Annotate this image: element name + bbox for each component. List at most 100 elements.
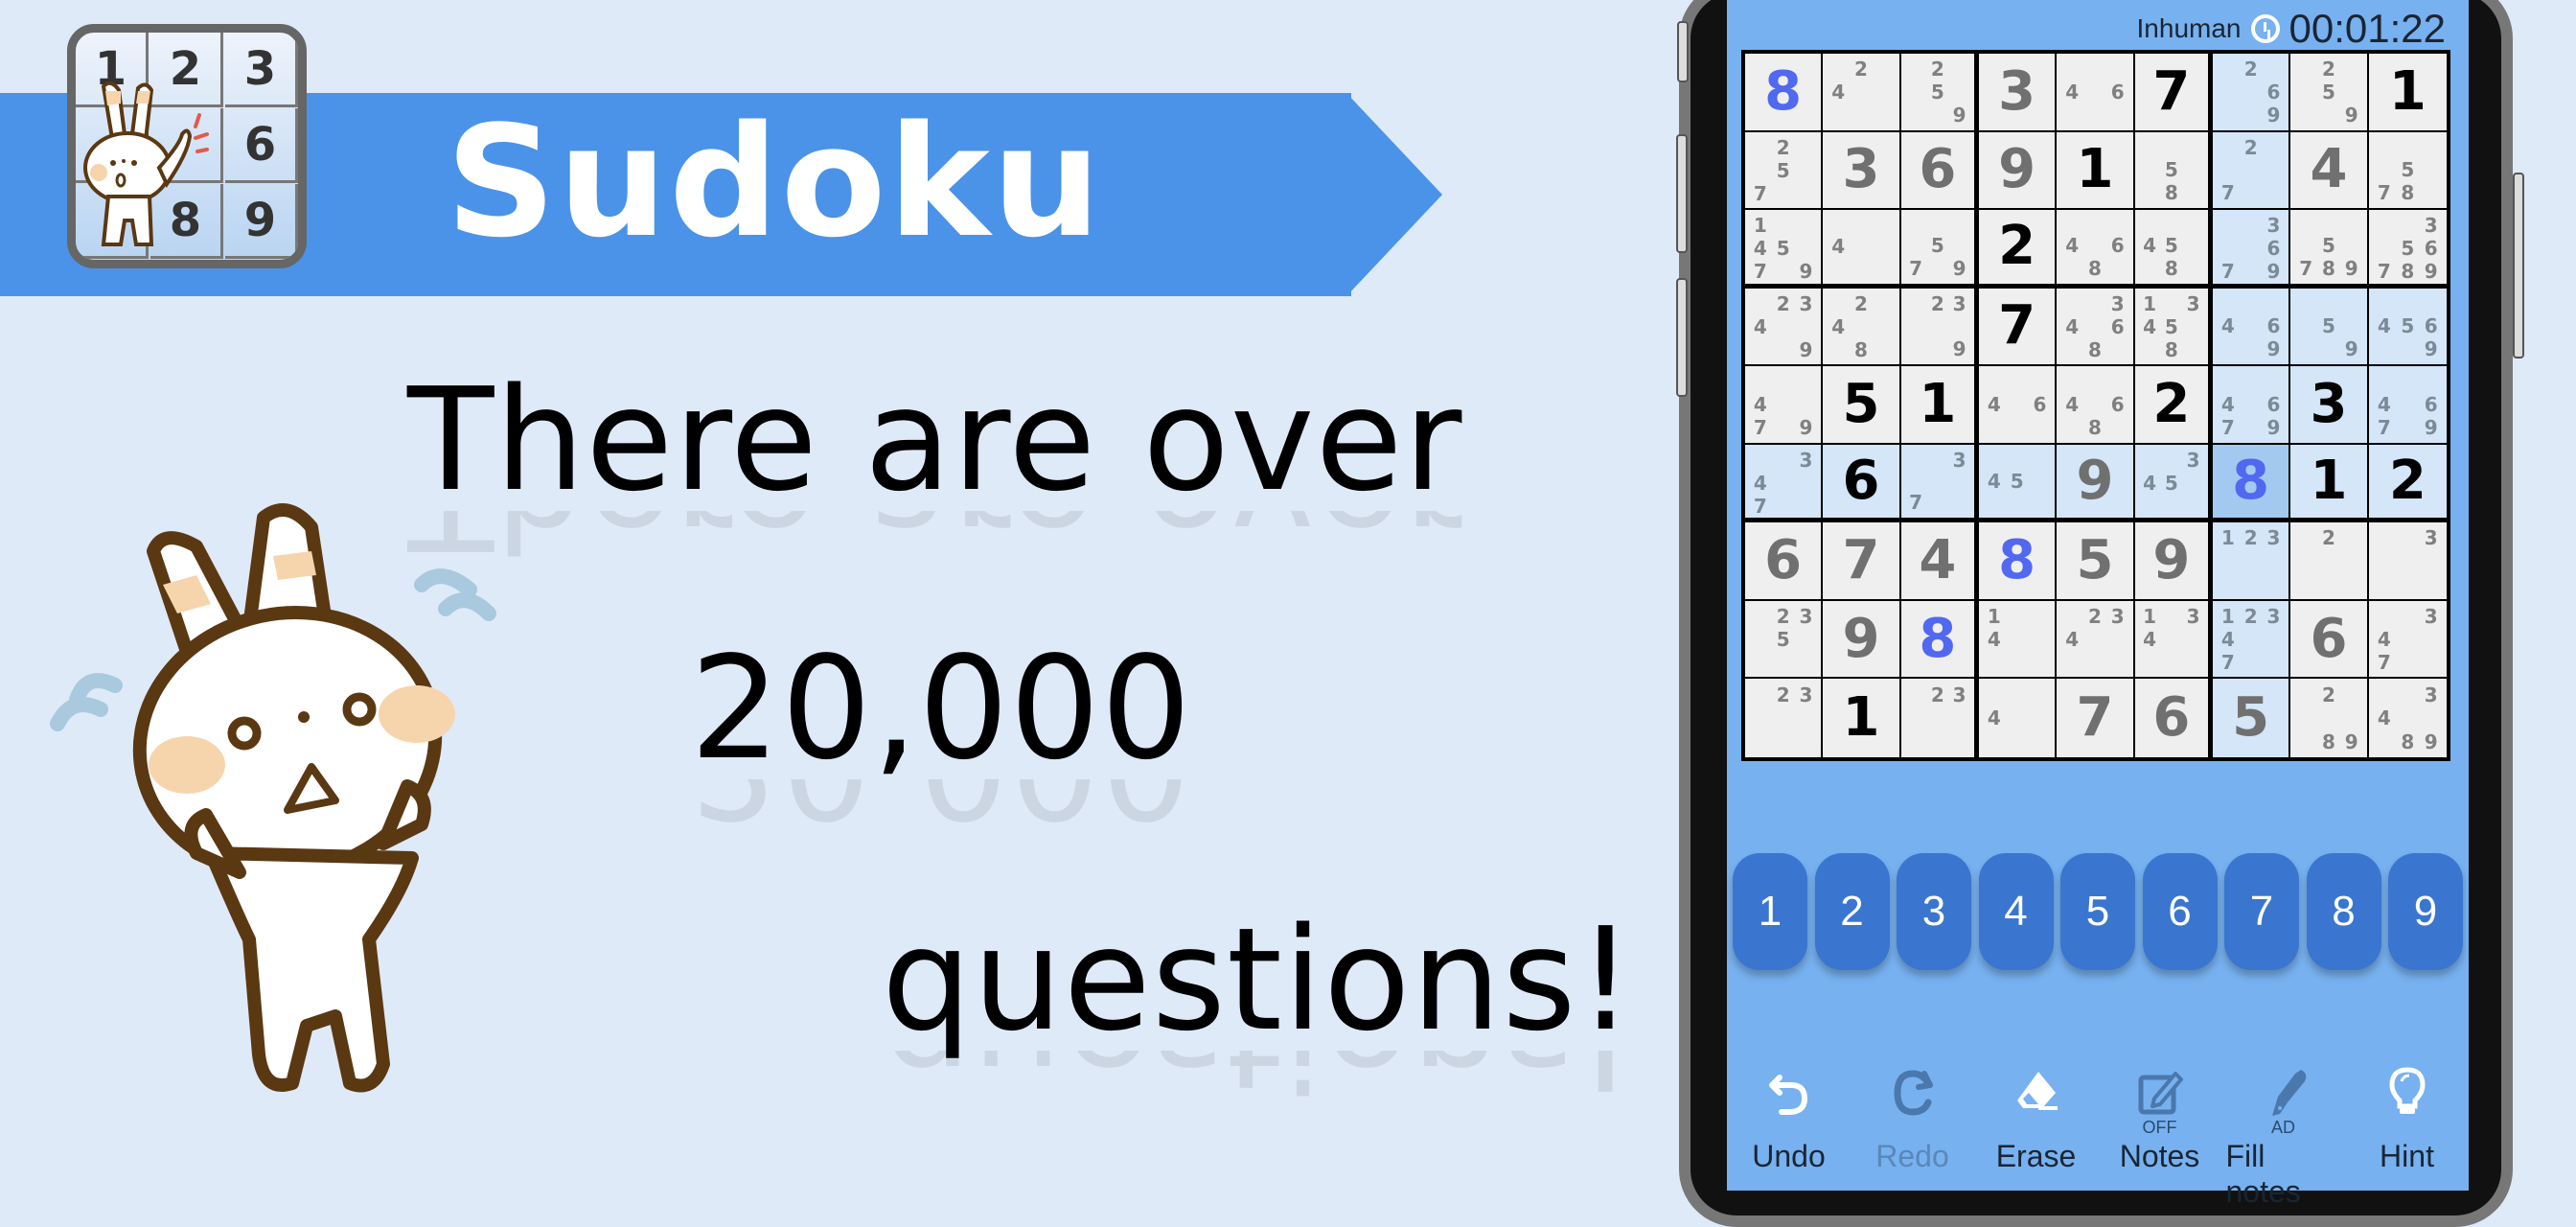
grid-cell-r4c7[interactable]: 4 69	[2213, 288, 2291, 367]
grid-cell-r1c4[interactable]: 3	[1979, 54, 2058, 132]
grid-cell-r4c8[interactable]: 59	[2290, 288, 2369, 367]
grid-cell-r7c8[interactable]: 2	[2290, 522, 2369, 601]
number-key-7[interactable]: 7	[2224, 853, 2299, 970]
grid-cell-r2c8[interactable]: 4	[2290, 131, 2369, 211]
grid-cell-r3c2[interactable]: 4	[1823, 210, 1901, 289]
grid-cell-r4c9[interactable]: 4569	[2368, 288, 2447, 367]
redo-button[interactable]: Redo	[1855, 1064, 1970, 1210]
grid-cell-r2c5[interactable]: 1	[2057, 131, 2135, 211]
grid-cell-r4c6[interactable]: 1 3 458	[2134, 288, 2213, 367]
grid-cell-r5c5[interactable]: 4 68	[2057, 366, 2135, 445]
grid-cell-r9c5[interactable]: 7	[2057, 679, 2135, 757]
grid-cell-r8c3[interactable]: 8	[1900, 600, 1979, 680]
note-digit	[2340, 549, 2363, 572]
grid-cell-r1c1[interactable]: 8	[1745, 54, 1824, 132]
grid-cell-r9c9[interactable]: 3 489	[2368, 679, 2447, 757]
grid-cell-r1c2[interactable]: 24	[1823, 54, 1901, 132]
grid-cell-r2c4[interactable]: 9	[1979, 131, 2058, 211]
grid-cell-r3c3[interactable]: 57 9	[1900, 210, 1979, 289]
grid-cell-r1c9[interactable]: 1	[2368, 54, 2447, 132]
grid-cell-r2c9[interactable]: 578	[2368, 131, 2447, 211]
notes-button[interactable]: OFF Notes	[2103, 1064, 2218, 1210]
grid-cell-r1c7[interactable]: 269	[2213, 54, 2291, 132]
grid-cell-r3c9[interactable]: 356 789	[2368, 210, 2447, 289]
grid-cell-r6c6[interactable]: 3 45	[2134, 444, 2213, 523]
grid-cell-r3c6[interactable]: 458	[2134, 210, 2213, 289]
grid-cell-r7c4[interactable]: 8	[1979, 522, 2058, 601]
grid-cell-r3c1[interactable]: 1457 9	[1745, 210, 1824, 289]
grid-cell-r1c5[interactable]: 46	[2057, 54, 2135, 132]
note-digit	[2420, 651, 2443, 674]
grid-cell-r7c3[interactable]: 4	[1900, 522, 1979, 601]
hint-button[interactable]: Hint	[2350, 1064, 2465, 1210]
grid-cell-r1c8[interactable]: 259	[2290, 54, 2369, 132]
grid-cell-r4c4[interactable]: 7	[1979, 288, 2058, 367]
grid-cell-r5c7[interactable]: 4 6 7 9	[2213, 366, 2291, 445]
grid-cell-r2c1[interactable]: 257	[1745, 131, 1824, 211]
number-key-1[interactable]: 1	[1733, 853, 1807, 970]
grid-cell-r9c3[interactable]: 23	[1900, 679, 1979, 757]
grid-cell-r1c6[interactable]: 7	[2134, 54, 2213, 132]
grid-cell-r5c9[interactable]: 4 6 7 9	[2368, 366, 2447, 445]
grid-cell-r8c4[interactable]: 14	[1979, 600, 2058, 680]
grid-cell-r6c9[interactable]: 2	[2368, 444, 2447, 523]
grid-cell-r7c2[interactable]: 7	[1823, 522, 1901, 601]
grid-cell-r9c6[interactable]: 6	[2134, 679, 2213, 757]
number-key-9[interactable]: 9	[2388, 853, 2463, 970]
grid-cell-r9c1[interactable]: 23	[1745, 679, 1824, 757]
grid-cell-r8c8[interactable]: 6	[2290, 600, 2369, 680]
grid-cell-r8c5[interactable]: 23 4	[2057, 600, 2135, 680]
grid-cell-r4c3[interactable]: 23 9	[1900, 288, 1979, 367]
grid-cell-r2c7[interactable]: 27	[2213, 131, 2291, 211]
grid-cell-r3c4[interactable]: 2	[1979, 210, 2058, 289]
grid-cell-r6c4[interactable]: 45	[1979, 444, 2058, 523]
undo-button[interactable]: Undo	[1732, 1064, 1847, 1210]
grid-cell-r2c3[interactable]: 6	[1900, 131, 1979, 211]
grid-cell-r2c6[interactable]: 58	[2134, 131, 2213, 211]
number-key-4[interactable]: 4	[1978, 853, 2054, 970]
grid-cell-r5c1[interactable]: 47 9	[1745, 366, 1824, 445]
grid-cell-r3c8[interactable]: 5789	[2290, 210, 2369, 289]
grid-cell-r9c2[interactable]: 1	[1823, 679, 1901, 757]
fill-notes-button[interactable]: AD Fill notes	[2226, 1064, 2341, 1210]
note-digit	[2373, 729, 2396, 753]
grid-cell-r7c6[interactable]: 9	[2134, 522, 2213, 601]
grid-cell-r5c3[interactable]: 1	[1900, 366, 1979, 445]
grid-cell-r1c3[interactable]: 259	[1900, 54, 1979, 132]
grid-cell-r3c5[interactable]: 4 68	[2057, 210, 2135, 289]
erase-button[interactable]: Erase	[1979, 1064, 2094, 1210]
grid-cell-r5c2[interactable]: 5	[1823, 366, 1901, 445]
grid-cell-r6c1[interactable]: 3 47	[1745, 444, 1824, 523]
grid-cell-r3c7[interactable]: 36 7 9	[2213, 210, 2291, 289]
number-key-5[interactable]: 5	[2060, 853, 2135, 970]
grid-cell-r4c2[interactable]: 248	[1823, 288, 1901, 367]
grid-cell-r8c7[interactable]: 123 47	[2213, 600, 2291, 680]
grid-cell-r6c5[interactable]: 9	[2057, 444, 2135, 523]
grid-cell-r7c7[interactable]: 123	[2213, 522, 2291, 601]
number-key-2[interactable]: 2	[1814, 853, 1890, 970]
grid-cell-r6c3[interactable]: 37	[1900, 444, 1979, 523]
grid-cell-r5c8[interactable]: 3	[2290, 366, 2369, 445]
grid-cell-r6c7[interactable]: 8	[2213, 444, 2291, 523]
grid-cell-r5c4[interactable]: 46	[1979, 366, 2058, 445]
grid-cell-r8c9[interactable]: 3 47	[2368, 600, 2447, 680]
number-key-6[interactable]: 6	[2142, 853, 2218, 970]
grid-cell-r9c7[interactable]: 5	[2213, 679, 2291, 757]
grid-cell-r6c8[interactable]: 1	[2290, 444, 2369, 523]
grid-cell-r7c5[interactable]: 5	[2057, 522, 2135, 601]
grid-cell-r6c2[interactable]: 6	[1823, 444, 1901, 523]
number-key-8[interactable]: 8	[2306, 853, 2381, 970]
grid-cell-r8c2[interactable]: 9	[1823, 600, 1901, 680]
grid-cell-r4c1[interactable]: 23 4 9	[1745, 288, 1824, 367]
number-key-3[interactable]: 3	[1897, 853, 1971, 970]
grid-cell-r5c6[interactable]: 2	[2134, 366, 2213, 445]
grid-cell-r4c5[interactable]: 3 4 68	[2057, 288, 2135, 367]
grid-cell-r8c1[interactable]: 235	[1745, 600, 1824, 680]
grid-cell-r7c1[interactable]: 6	[1745, 522, 1824, 601]
grid-cell-r8c6[interactable]: 1 3 4	[2134, 600, 2213, 680]
grid-cell-r2c2[interactable]: 3	[1823, 131, 1901, 211]
note-digit: 2	[1854, 58, 1868, 81]
grid-cell-r9c4[interactable]: 4	[1979, 679, 2058, 757]
grid-cell-r7c9[interactable]: 3	[2368, 522, 2447, 601]
grid-cell-r9c8[interactable]: 2 89	[2290, 679, 2369, 757]
